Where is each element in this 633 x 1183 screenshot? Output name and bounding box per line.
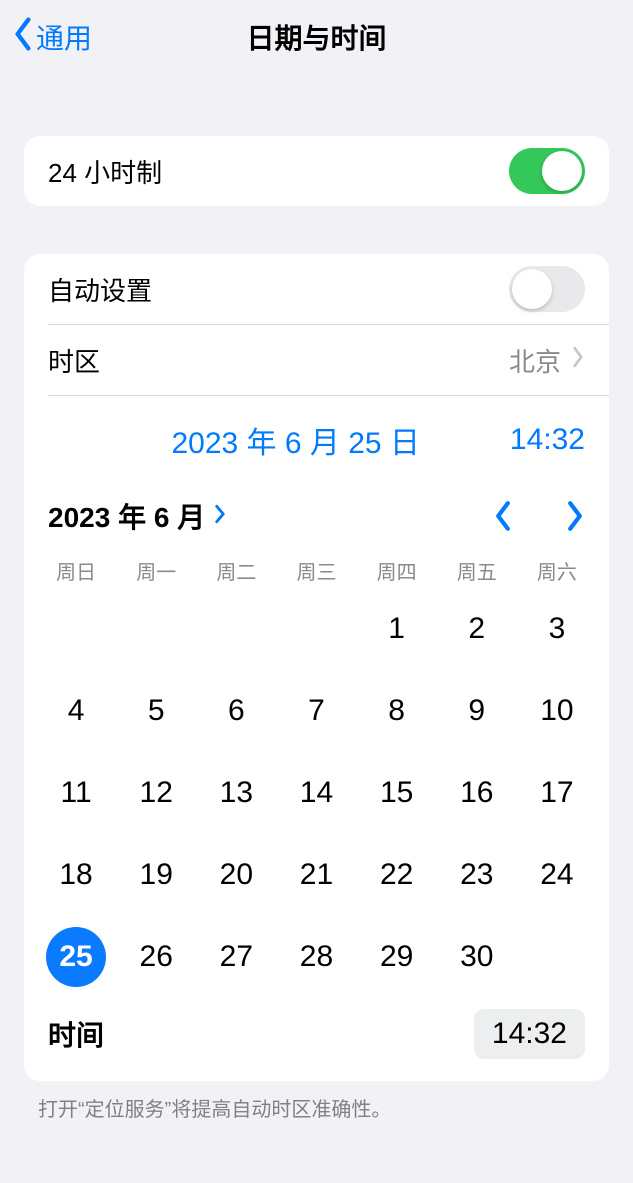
calendar-day[interactable]: 17 (517, 763, 597, 823)
calendar-day[interactable]: 29 (357, 927, 437, 987)
calendar-day[interactable]: 14 (276, 763, 356, 823)
calendar-day[interactable]: 11 (36, 763, 116, 823)
calendar-weekday: 周一 (116, 548, 196, 595)
current-datetime-row: 2023 年 6 月 25 日 14:32 (24, 396, 609, 484)
calendar-days-grid: 1234567891011121314151617181920212223242… (24, 595, 609, 995)
calendar-weekday-row: 周日周一周二周三周四周五周六 (24, 548, 609, 595)
section-datetime: 自动设置 时区 北京 2023 年 6 月 25 日 14:32 2023 年 … (24, 254, 609, 1081)
calendar-day[interactable]: 18 (36, 845, 116, 905)
calendar-day[interactable]: 13 (196, 763, 276, 823)
row-timezone-value-wrap: 北京 (509, 342, 585, 379)
row-time: 时间 14:32 (24, 995, 609, 1081)
calendar-day[interactable]: 25 (36, 927, 116, 987)
next-month-button[interactable] (565, 500, 585, 532)
calendar-day[interactable]: 23 (437, 845, 517, 905)
calendar-day[interactable]: 21 (276, 845, 356, 905)
current-date-button[interactable]: 2023 年 6 月 25 日 (171, 418, 419, 462)
switch-24hour[interactable] (509, 148, 585, 194)
row-timezone-value: 北京 (509, 342, 561, 379)
month-picker-label: 2023 年 6 月 (48, 496, 205, 536)
switch-autoset[interactable] (509, 266, 585, 312)
calendar-day-blank (196, 599, 276, 659)
calendar-day[interactable]: 26 (116, 927, 196, 987)
calendar-day[interactable]: 19 (116, 845, 196, 905)
calendar-weekday: 周三 (276, 548, 356, 595)
current-time-button[interactable]: 14:32 (510, 423, 585, 457)
time-chip-button[interactable]: 14:32 (474, 1009, 585, 1059)
calendar-day[interactable]: 2 (437, 599, 517, 659)
calendar-day[interactable]: 27 (196, 927, 276, 987)
row-autoset: 自动设置 (24, 254, 609, 324)
chevron-right-icon (571, 346, 585, 375)
calendar-day[interactable]: 15 (357, 763, 437, 823)
calendar-weekday: 周四 (357, 548, 437, 595)
calendar-day-blank (276, 599, 356, 659)
calendar-day[interactable]: 16 (437, 763, 517, 823)
footer-note: 打开“定位服务”将提高自动时区准确性。 (0, 1081, 633, 1122)
row-autoset-label: 自动设置 (48, 271, 152, 308)
section-display: 24 小时制 (24, 136, 609, 206)
calendar-day-blank (36, 599, 116, 659)
chevron-right-icon (213, 500, 227, 532)
nav-back-button[interactable]: 通用 (0, 16, 92, 59)
chevron-left-icon (12, 16, 34, 59)
row-24hour-label: 24 小时制 (48, 153, 162, 190)
calendar-day[interactable]: 22 (357, 845, 437, 905)
calendar-weekday: 周二 (196, 548, 276, 595)
calendar-weekday: 周五 (437, 548, 517, 595)
calendar-day[interactable]: 24 (517, 845, 597, 905)
month-picker-button[interactable]: 2023 年 6 月 (48, 496, 227, 536)
calendar-day[interactable]: 8 (357, 681, 437, 741)
calendar-day[interactable]: 12 (116, 763, 196, 823)
page-title: 日期与时间 (0, 17, 633, 57)
calendar-day[interactable]: 30 (437, 927, 517, 987)
calendar-weekday: 周六 (517, 548, 597, 595)
calendar-day[interactable]: 5 (116, 681, 196, 741)
calendar-day[interactable]: 6 (196, 681, 276, 741)
calendar-day[interactable]: 10 (517, 681, 597, 741)
calendar-day[interactable]: 4 (36, 681, 116, 741)
prev-month-button[interactable] (493, 500, 513, 532)
calendar-day[interactable]: 28 (276, 927, 356, 987)
calendar-day[interactable]: 20 (196, 845, 276, 905)
calendar-day[interactable]: 3 (517, 599, 597, 659)
calendar-day[interactable]: 1 (357, 599, 437, 659)
nav-back-label: 通用 (36, 17, 92, 57)
calendar-day[interactable]: 7 (276, 681, 356, 741)
row-time-label: 时间 (48, 1014, 104, 1054)
calendar-day-blank (116, 599, 196, 659)
row-timezone[interactable]: 时区 北京 (24, 325, 609, 395)
row-24hour: 24 小时制 (24, 136, 609, 206)
row-timezone-label: 时区 (48, 342, 100, 379)
calendar-day[interactable]: 9 (437, 681, 517, 741)
calendar-weekday: 周日 (36, 548, 116, 595)
